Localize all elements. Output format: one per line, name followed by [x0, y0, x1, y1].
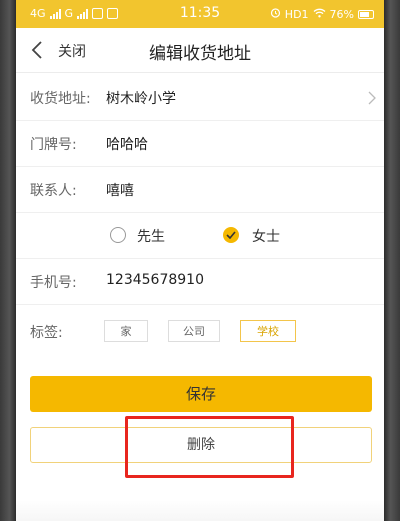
- phone-field[interactable]: 12345678910: [106, 272, 204, 288]
- wifi-icon: [313, 8, 326, 21]
- device-frame-right: [384, 0, 400, 521]
- bottom-area: [16, 500, 384, 521]
- tag-company[interactable]: 公司: [168, 320, 220, 342]
- hd-label: HD1: [284, 7, 309, 21]
- address-label: 收货地址:: [30, 91, 91, 107]
- chevron-right-icon: [368, 90, 376, 105]
- radio-mr[interactable]: [110, 227, 126, 243]
- phone-row[interactable]: 手机号: 12345678910: [16, 258, 384, 305]
- tags-row: 标签: 家 公司 学校: [16, 306, 384, 354]
- address-row[interactable]: 收货地址: 树木岭小学: [16, 74, 384, 121]
- tag-school-selected[interactable]: 学校: [240, 320, 296, 342]
- address-value: 树木岭小学: [106, 91, 176, 107]
- door-number-field[interactable]: 哈哈哈: [106, 134, 148, 154]
- contact-row[interactable]: 联系人: 嘻嘻: [16, 166, 384, 213]
- gender-option-mr[interactable]: 先生: [137, 226, 165, 246]
- nav-bar: 关闭 编辑收货地址: [16, 28, 384, 73]
- app-screen: 4G G 11:35 HD1 76% 关闭 编辑收货地址 收货地址: 树木岭小学…: [16, 0, 384, 521]
- save-button[interactable]: 保存: [30, 376, 372, 412]
- gender-row: 先生 女士: [16, 212, 384, 259]
- red-highlight-box: [125, 416, 294, 478]
- status-bar: 4G G 11:35 HD1 76%: [16, 0, 384, 28]
- contact-field[interactable]: 嘻嘻: [106, 180, 134, 200]
- alarm-icon: [270, 7, 281, 21]
- status-right: HD1 76%: [270, 7, 374, 21]
- radio-ms-checked[interactable]: [223, 227, 239, 243]
- phone-label: 手机号:: [30, 275, 77, 291]
- tags-label: 标签:: [30, 325, 63, 341]
- device-frame-left: [0, 0, 16, 521]
- gender-option-ms[interactable]: 女士: [252, 226, 280, 246]
- tag-home[interactable]: 家: [104, 320, 148, 342]
- page-title: 编辑收货地址: [149, 44, 251, 64]
- door-number-label: 门牌号:: [30, 137, 77, 153]
- battery-icon: [358, 9, 374, 19]
- battery-percent: 76%: [329, 7, 354, 21]
- door-number-row[interactable]: 门牌号: 哈哈哈: [16, 120, 384, 167]
- contact-label: 联系人:: [30, 183, 77, 199]
